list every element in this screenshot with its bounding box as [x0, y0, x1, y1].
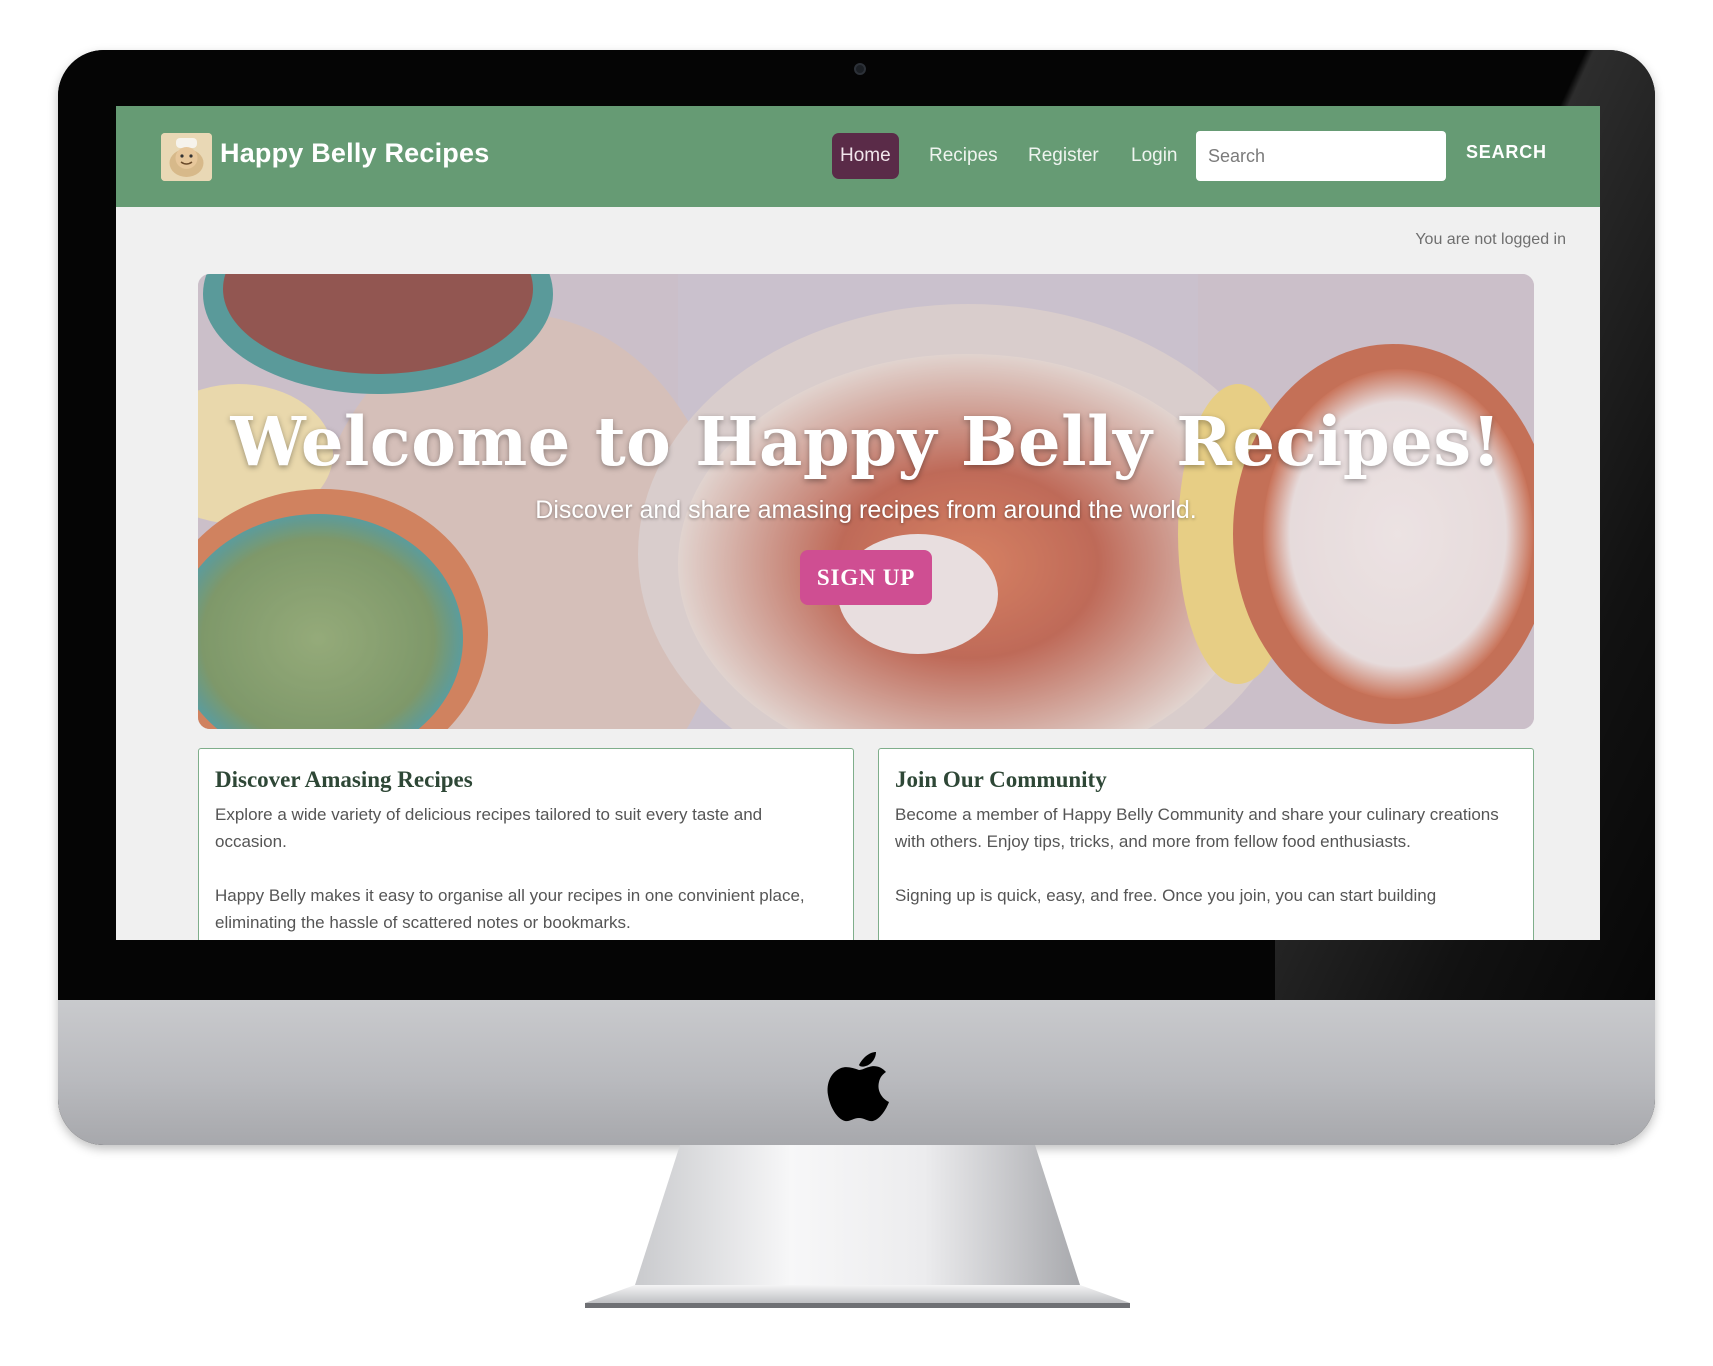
brand-logo-icon[interactable]: [161, 133, 212, 181]
hero-title: Welcome to Happy Belly Recipes!: [230, 402, 1502, 481]
nav-link-recipes[interactable]: Recipes: [921, 133, 1006, 179]
card-paragraph: Become a member of Happy Belly Community…: [895, 805, 1499, 851]
card-title: Discover Amasing Recipes: [215, 767, 473, 792]
search-input[interactable]: [1196, 131, 1446, 181]
nav-link-login[interactable]: Login: [1123, 133, 1186, 179]
hero-subtitle: Discover and share amasing recipes from …: [535, 496, 1197, 524]
brand-name[interactable]: Happy Belly Recipes: [220, 138, 489, 169]
card-paragraph: Explore a wide variety of delicious reci…: [215, 805, 763, 851]
card-paragraph: Signing up is quick, easy, and free. Onc…: [895, 886, 1437, 905]
hero-banner: Welcome to Happy Belly Recipes! Discover…: [198, 274, 1534, 729]
search-button[interactable]: SEARCH: [1466, 142, 1547, 163]
camera-icon: [854, 63, 866, 75]
card-join-community: Join Our Community Become a member of Ha…: [878, 748, 1534, 940]
card-title: Join Our Community: [895, 767, 1107, 792]
monitor-frame: Happy Belly Recipes Home Recipes Registe…: [58, 50, 1655, 1145]
apple-logo-icon: [827, 1052, 889, 1122]
card-paragraph: Happy Belly makes it easy to organise al…: [215, 886, 805, 932]
card-discover-recipes: Discover Amasing Recipes Explore a wide …: [198, 748, 854, 940]
screen: Happy Belly Recipes Home Recipes Registe…: [116, 106, 1600, 940]
monitor-stand: [585, 1145, 1130, 1308]
sign-up-button[interactable]: SIGN UP: [800, 550, 932, 605]
nav-link-home[interactable]: Home: [832, 133, 899, 179]
navbar: Happy Belly Recipes Home Recipes Registe…: [116, 106, 1600, 207]
nav-link-register[interactable]: Register: [1020, 133, 1107, 179]
login-status: You are not logged in: [1415, 231, 1566, 248]
